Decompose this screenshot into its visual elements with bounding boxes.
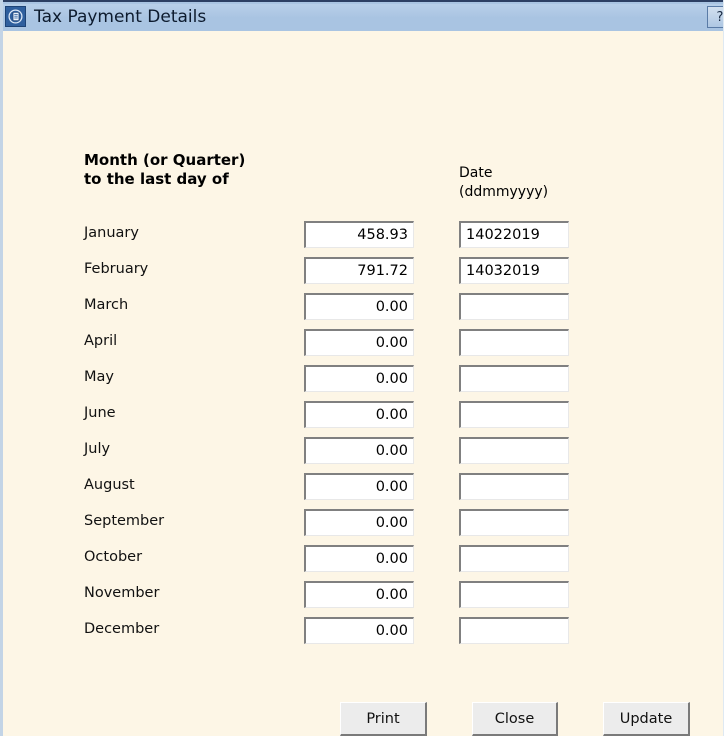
date-input[interactable] bbox=[459, 437, 569, 464]
amount-input[interactable] bbox=[304, 293, 414, 320]
table-row: January bbox=[3, 221, 723, 257]
date-input[interactable] bbox=[459, 329, 569, 356]
month-label: January bbox=[84, 225, 139, 241]
table-row: March bbox=[3, 293, 723, 329]
amount-input[interactable] bbox=[304, 257, 414, 284]
table-row: June bbox=[3, 401, 723, 437]
month-label: April bbox=[84, 333, 118, 349]
table-row: October bbox=[3, 545, 723, 581]
date-input[interactable] bbox=[459, 545, 569, 572]
close-button[interactable]: Close bbox=[472, 702, 558, 736]
table-row: September bbox=[3, 509, 723, 545]
date-input[interactable] bbox=[459, 257, 569, 284]
date-input[interactable] bbox=[459, 617, 569, 644]
window-titlebar[interactable]: Tax Payment Details ? bbox=[3, 0, 723, 31]
month-label: May bbox=[84, 369, 114, 385]
amount-input[interactable] bbox=[304, 617, 414, 644]
table-row: July bbox=[3, 437, 723, 473]
date-input[interactable] bbox=[459, 365, 569, 392]
amount-input[interactable] bbox=[304, 401, 414, 428]
month-label: October bbox=[84, 549, 143, 565]
form-body: Month (or Quarter) to the last day of Da… bbox=[3, 31, 723, 736]
month-label: June bbox=[84, 405, 116, 421]
window-title: Tax Payment Details bbox=[34, 6, 207, 27]
table-row: November bbox=[3, 581, 723, 617]
amount-input[interactable] bbox=[304, 581, 414, 608]
table-row: February bbox=[3, 257, 723, 293]
date-input[interactable] bbox=[459, 473, 569, 500]
date-input[interactable] bbox=[459, 221, 569, 248]
column-header-month: Month (or Quarter) to the last day of bbox=[84, 151, 246, 188]
month-rows: January February March April May June July Augu… bbox=[3, 221, 723, 653]
date-input[interactable] bbox=[459, 293, 569, 320]
amount-input[interactable] bbox=[304, 365, 414, 392]
month-label: December bbox=[84, 621, 160, 637]
month-label: November bbox=[84, 585, 160, 601]
column-header-date: Date (ddmmyyyy) bbox=[459, 165, 549, 200]
month-label: July bbox=[84, 441, 111, 457]
date-input[interactable] bbox=[459, 509, 569, 536]
amount-input[interactable] bbox=[304, 473, 414, 500]
date-input[interactable] bbox=[459, 581, 569, 608]
update-button[interactable]: Update bbox=[603, 702, 690, 736]
tax-payment-details-window: Tax Payment Details ? Month (or Quarter)… bbox=[0, 0, 724, 736]
month-label: September bbox=[84, 513, 165, 529]
amount-input[interactable] bbox=[304, 545, 414, 572]
amount-input[interactable] bbox=[304, 221, 414, 248]
table-row: April bbox=[3, 329, 723, 365]
date-input[interactable] bbox=[459, 401, 569, 428]
amount-input[interactable] bbox=[304, 509, 414, 536]
month-label: February bbox=[84, 261, 149, 277]
document-circle-icon bbox=[5, 6, 26, 27]
print-button[interactable]: Print bbox=[340, 702, 427, 736]
table-row: August bbox=[3, 473, 723, 509]
month-label: March bbox=[84, 297, 129, 313]
table-row: May bbox=[3, 365, 723, 401]
help-button[interactable]: ? bbox=[707, 6, 723, 28]
month-label: August bbox=[84, 477, 135, 493]
button-bar: Print Close Update bbox=[3, 671, 723, 736]
amount-input[interactable] bbox=[304, 437, 414, 464]
amount-input[interactable] bbox=[304, 329, 414, 356]
table-row: December bbox=[3, 617, 723, 653]
